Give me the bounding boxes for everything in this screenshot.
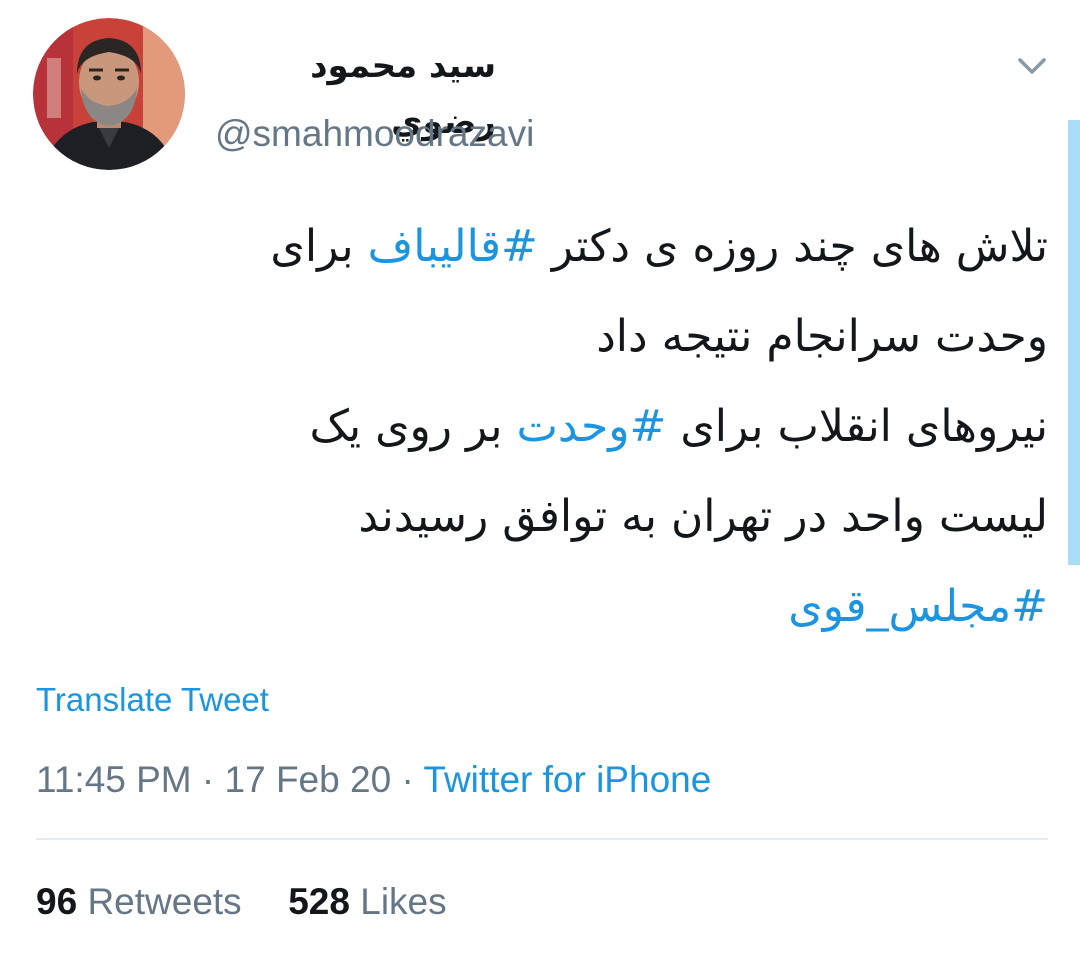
meta-separator: · bbox=[401, 759, 414, 800]
chevron-down-icon[interactable] bbox=[1012, 46, 1052, 86]
likes-stat[interactable]: 528 Likes bbox=[288, 876, 446, 928]
divider bbox=[36, 838, 1048, 840]
meta-separator: · bbox=[201, 759, 215, 800]
tweet-text-segment: بر روی یک bbox=[309, 401, 517, 452]
retweets-stat[interactable]: 96 Retweets bbox=[36, 876, 242, 928]
tweet-line: نیروهای انقلاب برای #وحدت بر روی یک bbox=[100, 382, 1048, 472]
translate-tweet-link[interactable]: Translate Tweet bbox=[36, 678, 269, 722]
tweet-text-segment: وحدت سرانجام نتیجه داد bbox=[596, 311, 1048, 362]
hashtag-link[interactable]: #مجلس_قوی bbox=[788, 581, 1048, 632]
tweet-text-segment: برای bbox=[270, 221, 368, 272]
hashtag-link[interactable]: #قالیباف bbox=[368, 221, 538, 272]
tweet-date[interactable]: 17 Feb 20 bbox=[225, 759, 392, 800]
retweets-label: Retweets bbox=[87, 881, 242, 922]
hashtag-link[interactable]: #وحدت bbox=[517, 401, 667, 452]
user-handle[interactable]: @smahmoodrazavi bbox=[215, 106, 534, 162]
scrollbar[interactable] bbox=[1068, 120, 1080, 565]
tweet-line: تلاش های چند روزه ی دکتر #قالیباف برای bbox=[100, 202, 1048, 292]
tweet-stats: 96 Retweets 528 Likes bbox=[36, 876, 447, 928]
tweet-line: وحدت سرانجام نتیجه داد bbox=[100, 292, 1048, 382]
likes-count: 528 bbox=[288, 881, 350, 922]
tweet-text-segment: لیست واحد در تهران به توافق رسیدند bbox=[358, 491, 1048, 542]
tweet-source-link[interactable]: Twitter for iPhone bbox=[423, 759, 711, 800]
tweet-time[interactable]: 11:45 PM bbox=[36, 759, 192, 800]
tweet-meta: 11:45 PM · 17 Feb 20 · Twitter for iPhon… bbox=[36, 755, 711, 805]
tweet-text-segment: تلاش های چند روزه ی دکتر bbox=[537, 221, 1048, 272]
likes-label: Likes bbox=[360, 881, 447, 922]
tweet-line: لیست واحد در تهران به توافق رسیدند bbox=[100, 472, 1048, 562]
tweet-text: تلاش های چند روزه ی دکتر #قالیباف برای وح… bbox=[100, 202, 1048, 652]
profile-photo-avatar bbox=[33, 18, 185, 170]
tweet-text-segment: نیروهای انقلاب برای bbox=[666, 401, 1048, 452]
retweets-count: 96 bbox=[36, 881, 78, 922]
avatar[interactable] bbox=[33, 18, 185, 170]
tweet-line: #مجلس_قوی bbox=[100, 562, 1048, 652]
